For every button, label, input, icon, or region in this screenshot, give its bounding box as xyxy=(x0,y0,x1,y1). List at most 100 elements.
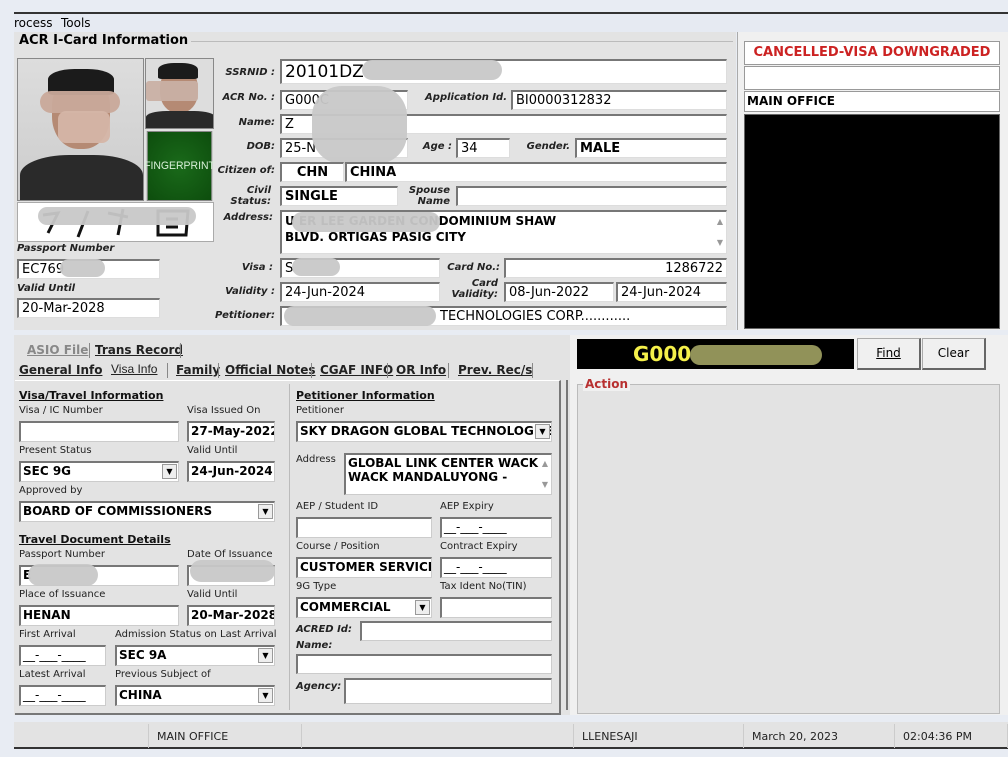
acred-id-field[interactable] xyxy=(360,621,552,641)
status-cell-0 xyxy=(14,724,149,748)
tab-separator xyxy=(532,363,533,378)
acr-no-label: ACR No. : xyxy=(222,92,275,103)
privacy-blur xyxy=(28,564,98,586)
privacy-blur xyxy=(284,306,436,326)
valid-until-label: Valid Until xyxy=(17,283,76,294)
previous-subject-value: CHINA xyxy=(119,688,162,702)
petitioner-address-line2: WACK MANDALUYONG - xyxy=(348,470,508,484)
ssrnid-field[interactable]: 20101DZ xyxy=(280,59,727,84)
visa-ic-field[interactable] xyxy=(19,421,179,442)
card-validity-to-field[interactable]: 24-Jun-2024 xyxy=(616,282,727,302)
tab-official-notes[interactable]: Official Notes xyxy=(225,363,316,377)
tab-or-info[interactable]: OR Info xyxy=(396,363,446,377)
agency-label: Agency: xyxy=(296,681,342,692)
chevron-down-icon[interactable]: ▼ xyxy=(258,504,273,519)
chevron-down-icon[interactable]: ▼ xyxy=(258,648,273,663)
tab-family[interactable]: Family xyxy=(176,363,220,377)
citizen-code-field[interactable]: CHN xyxy=(280,162,344,182)
card-no-field[interactable]: 1286722 xyxy=(504,258,727,278)
scrollbar-track[interactable] xyxy=(566,380,568,710)
aep-expiry-field[interactable]: __-___-____ xyxy=(440,517,552,538)
present-status-select[interactable]: SEC 9G ▼ xyxy=(19,461,179,482)
clear-label: Clear xyxy=(937,346,970,360)
passport-valid-until-field[interactable]: 20-Mar-2028 xyxy=(187,605,275,626)
latest-arrival-field[interactable]: __-___-____ xyxy=(19,685,106,706)
tab-separator xyxy=(311,363,312,378)
9g-type-value: COMMERCIAL xyxy=(300,600,391,614)
privacy-blur xyxy=(146,81,198,101)
travel-document-section-title: Travel Document Details xyxy=(19,533,171,546)
visa-ic-label: Visa / IC Number xyxy=(19,405,103,416)
age-label: Age : xyxy=(422,141,452,152)
scroll-up-icon[interactable]: ▲ xyxy=(717,214,723,230)
course-label: Course / Position xyxy=(296,541,380,552)
tab-trans-record[interactable]: Trans Record xyxy=(95,343,183,357)
civil-status-field[interactable]: SINGLE xyxy=(280,186,398,206)
card-validity-label: Card Validity: xyxy=(451,278,498,300)
menu-tools[interactable]: Tools xyxy=(61,16,91,30)
photo xyxy=(17,58,144,201)
petitioner-label: Petitioner xyxy=(296,405,344,416)
tab-asio-file[interactable]: ASIO File xyxy=(27,343,88,357)
previous-subject-select[interactable]: CHINA ▼ xyxy=(115,685,275,706)
petitioner-address-field[interactable]: GLOBAL LINK CENTER WACK WACK MANDALUYONG… xyxy=(344,453,552,495)
petitioner-select[interactable]: SKY DRAGON GLOBAL TECHNOLOGIES ▼ xyxy=(296,421,552,442)
card-no-label: Card No.: xyxy=(447,262,500,273)
contract-expiry-field[interactable]: __-___-____ xyxy=(440,557,552,578)
menu-process[interactable]: rocess xyxy=(14,16,53,30)
chevron-down-icon[interactable]: ▼ xyxy=(535,424,550,439)
visa-issued-field[interactable]: 27-May-2022 xyxy=(187,421,275,442)
tin-field[interactable] xyxy=(440,597,552,618)
admission-status-select[interactable]: SEC 9A ▼ xyxy=(115,645,275,666)
status-user: LLENESAJI xyxy=(574,724,744,748)
visa-valid-until-field[interactable]: 24-Jun-2024 xyxy=(187,461,275,482)
approved-by-select[interactable]: BOARD OF COMMISSIONERS ▼ xyxy=(19,501,275,522)
scroll-down-icon[interactable]: ▼ xyxy=(717,235,723,251)
dob-label: DOB: xyxy=(246,141,275,152)
approved-by-value: BOARD OF COMMISSIONERS xyxy=(23,504,213,518)
petitioner-address-line1: GLOBAL LINK CENTER WACK xyxy=(348,456,539,470)
age-field[interactable]: 34 xyxy=(456,138,510,158)
citizen-name-field[interactable]: CHINA xyxy=(345,162,727,182)
card-validity-from-field[interactable]: 08-Jun-2022 xyxy=(504,282,614,302)
clear-button[interactable]: Clear xyxy=(922,338,986,370)
valid-until-field[interactable]: 20-Mar-2028 xyxy=(17,298,160,318)
privacy-blur xyxy=(292,212,440,232)
privacy-blur xyxy=(60,259,105,277)
previous-subject-label: Previous Subject of xyxy=(115,669,211,680)
place-of-issuance-field[interactable]: HENAN xyxy=(19,605,179,626)
tab-visa-info[interactable]: Visa Info xyxy=(111,362,157,376)
application-id-field[interactable]: BI0000312832 xyxy=(511,90,727,110)
privacy-blur xyxy=(312,86,407,164)
chevron-down-icon[interactable]: ▼ xyxy=(162,464,177,479)
passport-valid-until-label: Valid Until xyxy=(187,589,238,600)
acred-name-field[interactable] xyxy=(296,654,552,674)
tab-separator xyxy=(167,363,168,378)
visa-label: Visa : xyxy=(241,262,273,273)
validity-field[interactable]: 24-Jun-2024 xyxy=(280,282,440,302)
chevron-down-icon[interactable]: ▼ xyxy=(415,600,430,615)
acred-id-label: ACRED Id: xyxy=(296,624,352,635)
gender-label: Gender. xyxy=(526,141,570,152)
tab-general-info[interactable]: General Info xyxy=(19,363,102,377)
find-label: Find xyxy=(876,346,901,360)
latest-arrival-label: Latest Arrival xyxy=(19,669,86,680)
find-button[interactable]: Find xyxy=(857,338,921,370)
tab-prev-records[interactable]: Prev. Rec/s xyxy=(458,363,532,377)
spouse-name-field[interactable] xyxy=(456,186,727,206)
gender-field[interactable]: MALE xyxy=(575,138,727,158)
aep-expiry-label: AEP Expiry xyxy=(440,501,494,512)
tab-separator xyxy=(180,343,181,358)
first-arrival-field[interactable]: __-___-____ xyxy=(19,645,106,666)
chevron-down-icon[interactable]: ▼ xyxy=(258,688,273,703)
scroll-down-icon[interactable]: ▼ xyxy=(542,478,548,492)
visa-issued-label: Visa Issued On xyxy=(187,405,261,416)
tab-cgaf-info[interactable]: CGAF INFO xyxy=(320,363,393,377)
contract-expiry-label: Contract Expiry xyxy=(440,541,518,552)
course-field[interactable]: CUSTOMER SERVICE F xyxy=(296,557,432,578)
scroll-up-icon[interactable]: ▲ xyxy=(542,457,548,471)
9g-type-select[interactable]: COMMERCIAL ▼ xyxy=(296,597,432,618)
agency-field[interactable] xyxy=(344,678,552,704)
aep-field[interactable] xyxy=(296,517,432,538)
privacy-blur xyxy=(40,91,120,113)
